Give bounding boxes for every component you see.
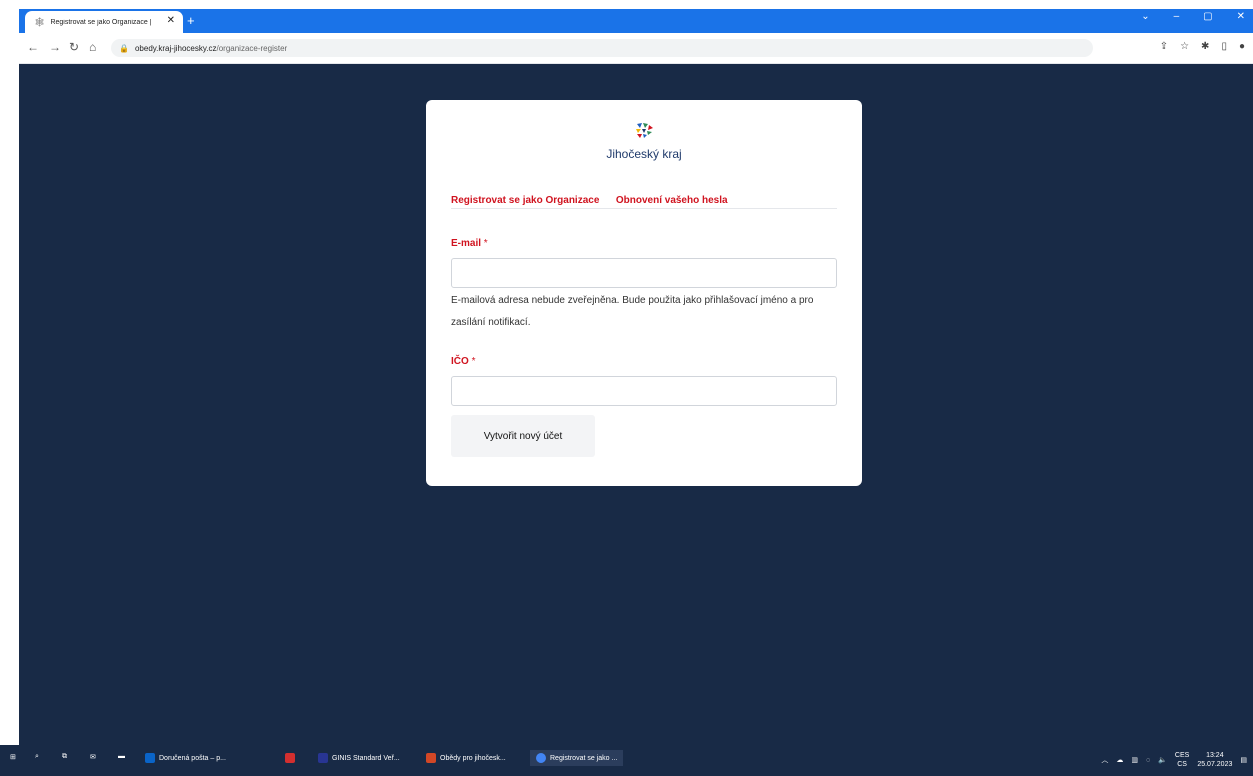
minimize-icon[interactable]: – [1174, 11, 1180, 22]
registration-card: Jihočeský kraj Registrovat se jako Organ… [426, 100, 862, 486]
tab-register-organization[interactable]: Registrovat se jako Organizace [451, 195, 599, 206]
browser-right-icons: ⇪ ☆ ✱ ▯ ● [1160, 41, 1245, 52]
ico-label-text: IČO [451, 356, 469, 367]
tab-search-icon[interactable]: ⌄ [1141, 11, 1149, 22]
windows-start-icon[interactable]: ⊞ [10, 753, 16, 761]
share-icon[interactable]: ⇪ [1160, 41, 1168, 52]
new-tab-button[interactable]: + [187, 13, 195, 28]
create-account-button[interactable]: Vytvořit nový účet [451, 415, 595, 457]
back-icon[interactable]: ← [27, 40, 39, 54]
notifications-icon[interactable]: ▤ [1240, 756, 1247, 764]
powerpoint-icon [426, 753, 436, 763]
bookmark-star-icon[interactable]: ☆ [1180, 41, 1189, 52]
ico-field[interactable] [451, 376, 837, 406]
email-label-text: E-mail [451, 238, 482, 249]
close-window-icon[interactable]: ✕ [1237, 11, 1245, 22]
url-field[interactable]: 🔒 obedy.kraj-jihocesky.cz /organizace-re… [111, 39, 1093, 57]
search-icon[interactable]: ⌕ [35, 753, 39, 761]
window-controls: ⌄ – ▢ ✕ [1141, 11, 1253, 22]
jihocesky-kraj-logo-icon [636, 123, 653, 138]
ico-label: IČO * [451, 356, 475, 367]
extensions-icon[interactable]: ✱ [1201, 41, 1209, 52]
restore-icon[interactable]: ▢ [1203, 11, 1212, 22]
home-icon[interactable]: ⌂ [89, 40, 96, 54]
taskbar-item-ginis[interactable]: GINIS Standard Veř... [318, 753, 400, 763]
volume-icon[interactable]: 🔈 [1158, 756, 1167, 764]
taskbar-item-chrome[interactable]: Registrovat se jako ... [530, 750, 624, 766]
browser-tab-strip: 🕸 Registrovat se jako Organizace | ✕ + ⌄… [19, 9, 1253, 33]
file-explorer-icon[interactable]: ▬ [118, 753, 125, 760]
tab-close-icon[interactable]: ✕ [167, 15, 175, 26]
brand-logo: Jihočeský kraj [426, 122, 862, 161]
tab-password-reset[interactable]: Obnovení vašeho hesla [616, 195, 728, 206]
onedrive-icon[interactable]: ☁ [1116, 756, 1123, 764]
clock[interactable]: 13:24 25.07.2023 [1197, 751, 1232, 769]
auth-tabs: Registrovat se jako Organizace Obnovení … [451, 190, 837, 209]
tray-overflow-icon[interactable]: ︿ [1101, 755, 1108, 765]
taskbar-item-powerpoint[interactable]: Obědy pro jihočesk... [426, 753, 506, 763]
outlook-icon [145, 753, 155, 763]
forward-icon[interactable]: → [49, 40, 61, 54]
required-marker: * [483, 238, 488, 249]
window-left-edge [0, 0, 19, 776]
brand-name: Jihočeský kraj [606, 147, 682, 161]
tab-title: Registrovat se jako Organizace | [50, 18, 152, 26]
reload-icon[interactable]: ↻ [69, 40, 79, 54]
address-bar-row: ← → ↻ ⌂ 🔒 obedy.kraj-jihocesky.cz /organ… [19, 33, 1253, 64]
email-help-text: E-mailová adresa nebude zveřejněna. Bude… [451, 295, 814, 328]
lock-icon: 🔒 [119, 43, 129, 53]
email-field[interactable] [451, 258, 837, 288]
task-view-icon[interactable]: ⧉ [62, 753, 67, 761]
ginis-icon [318, 753, 328, 763]
url-host: obedy.kraj-jihocesky.cz [134, 43, 217, 53]
page-background: Jihočeský kraj Registrovat se jako Organ… [19, 64, 1253, 745]
email-label: E-mail * [451, 238, 488, 249]
mail-icon[interactable]: ✉ [90, 753, 96, 761]
profile-icon[interactable]: ● [1239, 41, 1245, 52]
taskbar-item-outlook[interactable]: Doručená pošta – p... [145, 753, 226, 763]
site-favicon-icon: 🕸 [34, 16, 46, 27]
system-tray: ︿ ☁ ▥ ◌ 🔈 CES CS 13:24 25.07.2023 ▤ [1101, 751, 1247, 769]
network-icon[interactable]: ▥ [1131, 756, 1138, 764]
wifi-icon[interactable]: ◌ [1146, 757, 1150, 764]
chrome-icon [536, 753, 546, 763]
windows-taskbar: ⊞ ⌕ ⧉ ✉ ▬ Doručená pošta – p... GINIS St… [0, 745, 1253, 776]
language-indicator[interactable]: CES CS [1175, 751, 1189, 769]
required-marker: * [471, 356, 476, 367]
taskbar-item-acrobat[interactable] [285, 753, 295, 763]
acrobat-icon [285, 753, 295, 763]
browser-tab-active[interactable]: 🕸 Registrovat se jako Organizace | ✕ [25, 11, 183, 33]
sidepanel-icon[interactable]: ▯ [1221, 41, 1227, 52]
url-path: /organizace-register [216, 43, 288, 53]
